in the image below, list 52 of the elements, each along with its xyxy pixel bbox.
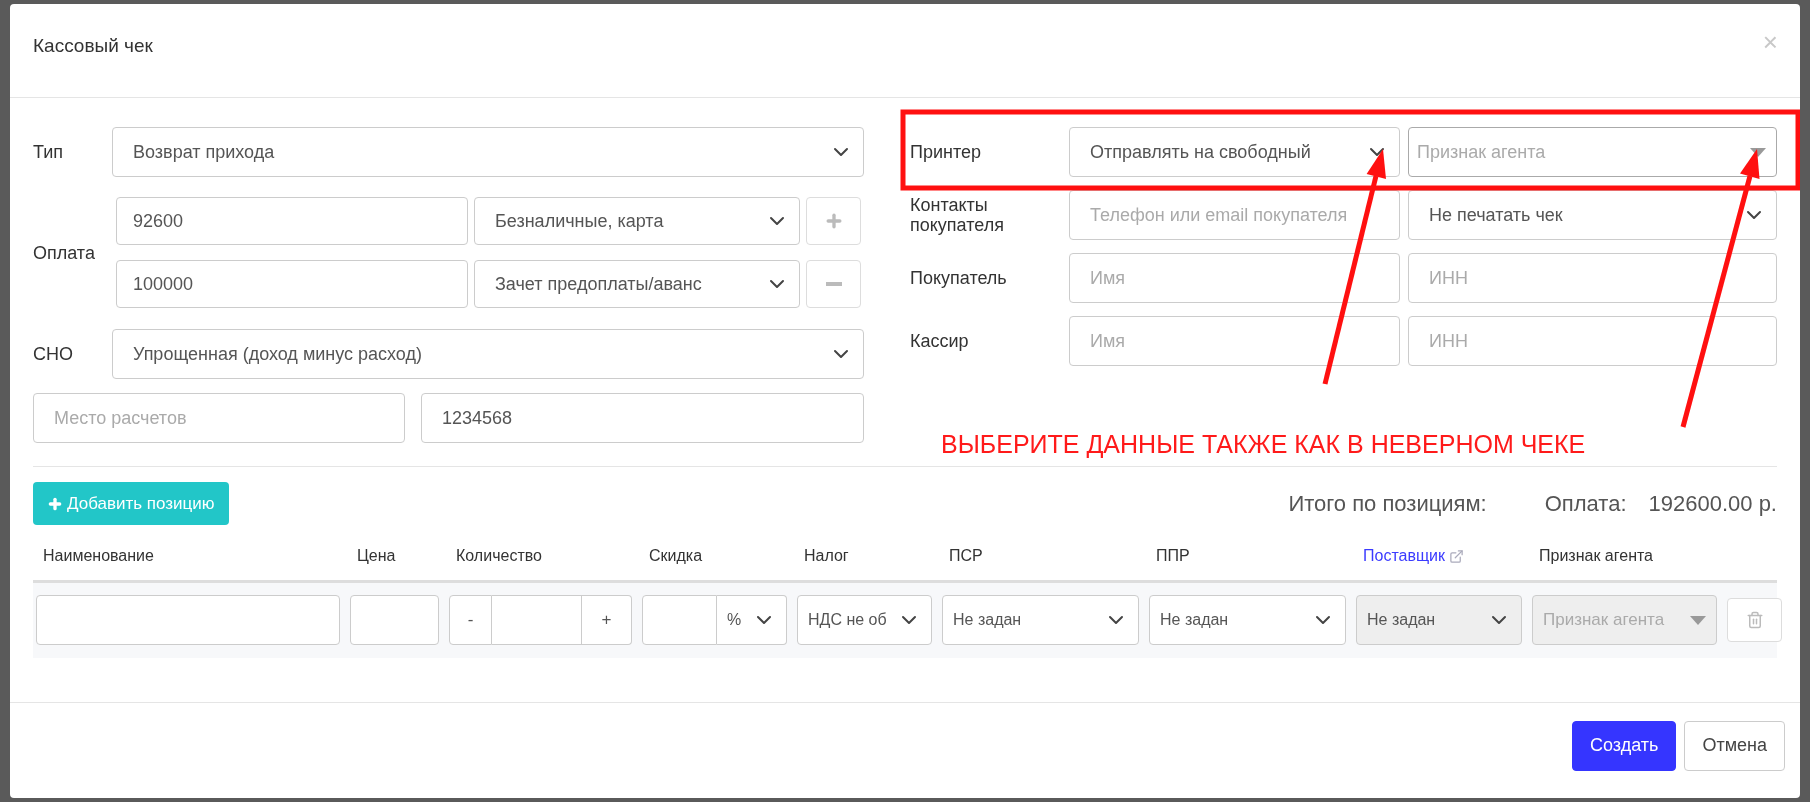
column-header: Цена bbox=[357, 547, 397, 565]
column-header: ППР bbox=[1156, 547, 1191, 565]
cancel-button[interactable]: Отмена bbox=[1684, 720, 1785, 771]
column-header: Налог bbox=[804, 547, 850, 565]
minus-button[interactable]: - bbox=[449, 595, 492, 645]
select-field[interactable]: Зачет предоплаты/аванс bbox=[474, 260, 800, 308]
select-field[interactable]: Упрощенная (доход минус расход) bbox=[112, 329, 864, 379]
select-field[interactable]: Возврат прихода bbox=[112, 127, 864, 177]
remove-button[interactable] bbox=[806, 260, 861, 308]
totals-label: Итого по позициям: bbox=[1288, 490, 1487, 517]
column-header-link[interactable]: Поставщик bbox=[1363, 547, 1446, 565]
external-link-icon bbox=[1449, 548, 1465, 564]
field-label: Кассир bbox=[909, 331, 970, 351]
payment-label: Оплата: bbox=[1544, 490, 1627, 517]
input-field[interactable] bbox=[36, 595, 340, 645]
input-field[interactable] bbox=[350, 595, 439, 645]
select-field[interactable]: НДС не об bbox=[797, 595, 932, 645]
field-label: Оплата bbox=[33, 242, 96, 263]
payment-total: 192600.00 р. bbox=[1648, 490, 1777, 517]
caret-icon bbox=[1690, 615, 1706, 625]
unit-select[interactable]: % bbox=[717, 595, 787, 645]
field-label: СНО bbox=[33, 344, 74, 364]
field-label: Покупатель bbox=[909, 268, 1008, 288]
select-field[interactable]: Безналичные, карта bbox=[474, 197, 800, 245]
column-header: Наименование bbox=[43, 547, 155, 565]
annotation-text: ВЫБЕРИТЕ ДАННЫЕ ТАКЖЕ КАК В НЕВЕРНОМ ЧЕКЕ bbox=[941, 430, 1586, 459]
minus-icon bbox=[825, 282, 842, 286]
field-label: Тип bbox=[33, 142, 64, 162]
create-button[interactable]: Создать bbox=[1572, 720, 1677, 771]
plus-icon bbox=[47, 495, 63, 512]
input-field[interactable]: 1234568 bbox=[421, 393, 864, 443]
dialog-title: Кассовый чек bbox=[33, 34, 153, 57]
amount-field[interactable]: 92600 bbox=[116, 197, 468, 245]
column-header: Количество bbox=[456, 547, 543, 565]
field-label: Контакты покупателя bbox=[909, 195, 1005, 235]
quantity-field[interactable] bbox=[492, 595, 582, 645]
plus-button[interactable]: + bbox=[582, 595, 632, 645]
column-header: Скидка bbox=[649, 547, 704, 565]
combo-field: Признак агента bbox=[1532, 595, 1717, 645]
select-field[interactable]: Не печатать чек bbox=[1408, 190, 1777, 240]
select-field[interactable]: Не задан bbox=[1149, 595, 1346, 645]
trash-icon bbox=[1745, 611, 1764, 629]
discount-field[interactable] bbox=[642, 595, 717, 645]
delete-button[interactable] bbox=[1727, 598, 1782, 642]
select-field: Не задан bbox=[1356, 595, 1522, 645]
add-button[interactable] bbox=[806, 197, 861, 245]
column-header: ПСР bbox=[949, 547, 984, 565]
column-header: Признак агента bbox=[1539, 547, 1654, 565]
select-field[interactable]: Не задан bbox=[942, 595, 1139, 645]
select-field[interactable]: Отправлять на свободный bbox=[1069, 127, 1400, 177]
amount-field[interactable]: 100000 bbox=[116, 260, 468, 308]
field-label: Принтер bbox=[909, 142, 982, 162]
